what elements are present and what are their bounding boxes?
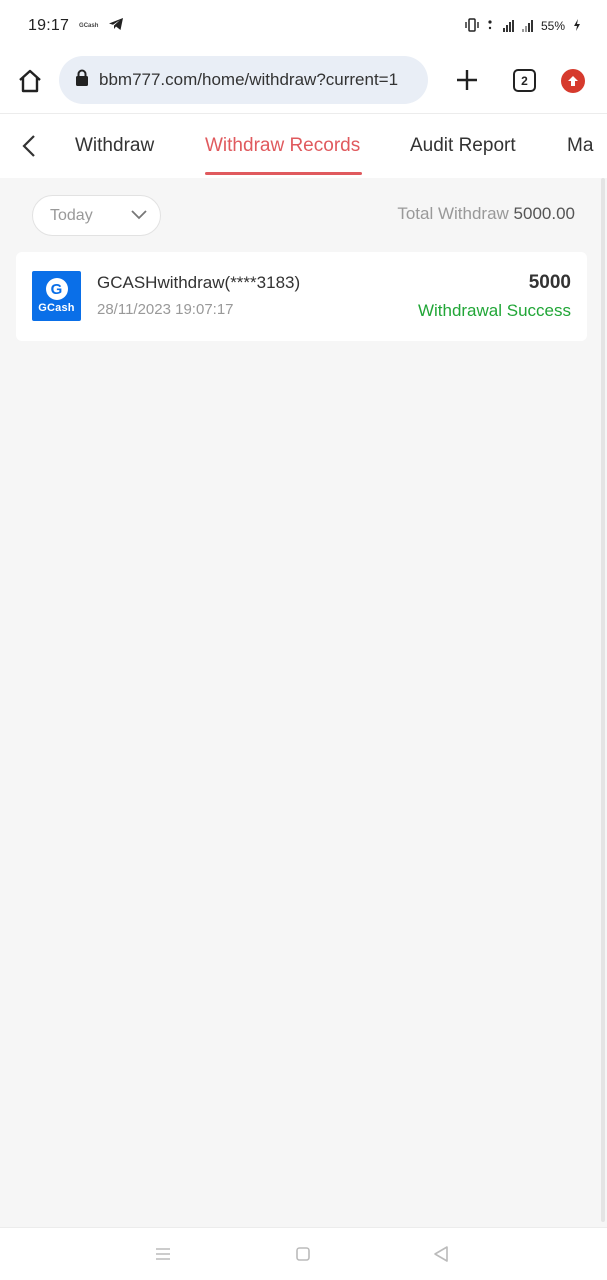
date-range-select[interactable]: Today	[32, 195, 161, 236]
status-bar: 19:17 GCash 55%	[0, 0, 607, 52]
menu-lines-icon	[156, 1248, 170, 1260]
extension-button[interactable]	[561, 69, 585, 93]
charging-icon	[573, 18, 581, 34]
gcash-notification-icon: GCash	[79, 23, 99, 29]
total-withdraw-label: Total Withdraw	[397, 204, 509, 223]
vibrate-icon	[465, 17, 479, 35]
record-datetime: 28/11/2023 19:07:17	[97, 301, 234, 318]
gcash-logo-text: GCash	[38, 302, 75, 314]
new-tab-button[interactable]	[452, 65, 482, 95]
system-navigation-bar	[0, 1227, 607, 1280]
tab-withdraw-records[interactable]: Withdraw Records	[205, 114, 360, 178]
total-withdraw: Total Withdraw 5000.00	[397, 204, 575, 224]
lock-icon	[75, 69, 89, 92]
square-icon	[296, 1247, 310, 1261]
gcash-g-icon: G	[45, 278, 68, 300]
url-text: bbm777.com/home/withdraw?current=1	[99, 70, 399, 89]
browser-toolbar: bbm777.com/home/withdraw?current=1 2	[0, 52, 607, 114]
record-amount: 5000	[528, 272, 571, 293]
tab-switcher-button[interactable]: 2	[513, 69, 536, 92]
address-bar[interactable]: bbm777.com/home/withdraw?current=1	[59, 56, 428, 104]
withdraw-record-card[interactable]: G GCash GCASHwithdraw(****3183) 28/11/20…	[16, 252, 587, 341]
tab-audit-report[interactable]: Audit Report	[410, 114, 516, 178]
record-title: GCASHwithdraw(****3183)	[97, 273, 301, 292]
scrollbar[interactable]	[601, 178, 605, 1222]
withdraw-tab-bar: Withdraw Withdraw Records Audit Report M…	[0, 114, 607, 178]
home-nav-button[interactable]	[291, 1242, 315, 1266]
signal-icon-2	[521, 20, 533, 32]
plus-icon	[457, 70, 477, 90]
chevron-down-icon	[131, 210, 147, 220]
total-withdraw-amount: 5000.00	[513, 204, 575, 223]
recent-apps-button[interactable]	[151, 1242, 175, 1266]
active-tab-indicator	[205, 172, 362, 175]
home-icon	[19, 69, 41, 93]
status-time: 19:17	[28, 17, 70, 34]
back-nav-button[interactable]	[429, 1242, 453, 1266]
back-button[interactable]	[16, 132, 44, 160]
home-button[interactable]	[16, 67, 44, 95]
tab-more[interactable]: Ma	[567, 114, 593, 178]
gcash-logo: G GCash	[32, 271, 81, 321]
battery-level: 55%	[540, 19, 565, 33]
triangle-back-icon	[434, 1246, 448, 1262]
record-status: Withdrawal Success	[417, 301, 571, 320]
tab-withdraw[interactable]: Withdraw	[75, 114, 154, 178]
wifi-icon	[487, 19, 495, 34]
filter-row: Today Total Withdraw 5000.00	[0, 178, 607, 252]
signal-icon	[502, 20, 514, 32]
upload-arrow-icon	[568, 76, 578, 86]
telegram-icon	[108, 17, 124, 36]
date-range-value: Today	[50, 206, 93, 224]
chevron-left-icon	[22, 135, 35, 157]
